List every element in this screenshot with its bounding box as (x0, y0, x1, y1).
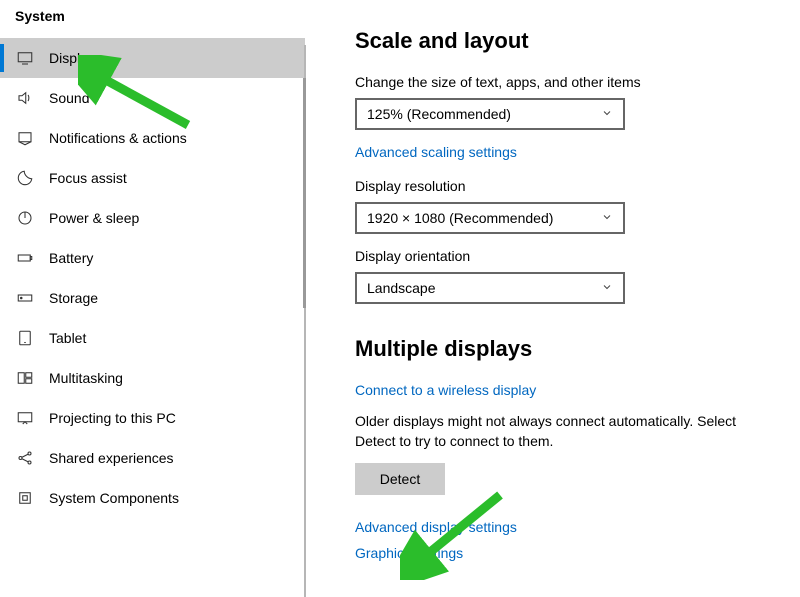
tablet-icon (15, 328, 35, 348)
multiple-displays-heading: Multiple displays (355, 336, 770, 362)
sidebar-item-label: Notifications & actions (49, 130, 187, 146)
resolution-dropdown[interactable]: 1920 × 1080 (Recommended) (355, 202, 625, 234)
orientation-dropdown-value: Landscape (367, 280, 436, 296)
display-icon (15, 48, 35, 68)
scale-dropdown-value: 125% (Recommended) (367, 106, 511, 122)
sidebar-item-focus-assist[interactable]: Focus assist (0, 158, 305, 198)
sidebar-item-label: Shared experiences (49, 450, 174, 466)
sidebar-item-sound[interactable]: Sound (0, 78, 305, 118)
multitasking-icon (15, 368, 35, 388)
chevron-down-icon (601, 106, 613, 122)
sidebar-item-label: Tablet (49, 330, 86, 346)
resolution-dropdown-value: 1920 × 1080 (Recommended) (367, 210, 553, 226)
shared-exp-icon (15, 448, 35, 468)
sound-icon (15, 88, 35, 108)
sidebar-item-display[interactable]: Display (0, 38, 305, 78)
sidebar-item-label: Focus assist (49, 170, 127, 186)
chevron-down-icon (601, 210, 613, 226)
sidebar-item-power-sleep[interactable]: Power & sleep (0, 198, 305, 238)
notifications-icon (15, 128, 35, 148)
sidebar-scrollbar-thumb[interactable] (303, 78, 306, 308)
advanced-scaling-link[interactable]: Advanced scaling settings (355, 144, 517, 160)
sidebar-item-label: Power & sleep (49, 210, 139, 226)
focus-assist-icon (15, 168, 35, 188)
storage-icon (15, 288, 35, 308)
sidebar-item-notifications[interactable]: Notifications & actions (0, 118, 305, 158)
sidebar-item-projecting[interactable]: Projecting to this PC (0, 398, 305, 438)
scale-dropdown[interactable]: 125% (Recommended) (355, 98, 625, 130)
sidebar-item-label: Battery (49, 250, 93, 266)
connect-wireless-link[interactable]: Connect to a wireless display (355, 382, 536, 398)
sidebar-item-battery[interactable]: Battery (0, 238, 305, 278)
scale-layout-heading: Scale and layout (355, 28, 770, 54)
sidebar-item-tablet[interactable]: Tablet (0, 318, 305, 358)
sidebar-item-label: Display (49, 50, 95, 66)
chevron-down-icon (601, 280, 613, 296)
sidebar-title: System (0, 0, 305, 38)
battery-icon (15, 248, 35, 268)
system-comp-icon (15, 488, 35, 508)
sidebar: System Display Sound Notifications & act… (0, 0, 305, 597)
sidebar-item-shared-experiences[interactable]: Shared experiences (0, 438, 305, 478)
orientation-dropdown[interactable]: Landscape (355, 272, 625, 304)
advanced-display-link[interactable]: Advanced display settings (355, 519, 517, 535)
detect-button[interactable]: Detect (355, 463, 445, 495)
projecting-icon (15, 408, 35, 428)
sidebar-item-label: Multitasking (49, 370, 123, 386)
main-content: Scale and layout Change the size of text… (305, 0, 800, 597)
sidebar-item-label: System Components (49, 490, 179, 506)
sidebar-item-multitasking[interactable]: Multitasking (0, 358, 305, 398)
sidebar-item-storage[interactable]: Storage (0, 278, 305, 318)
sidebar-item-label: Storage (49, 290, 98, 306)
sidebar-item-label: Sound (49, 90, 89, 106)
orientation-label: Display orientation (355, 248, 770, 264)
power-sleep-icon (15, 208, 35, 228)
sidebar-item-system-components[interactable]: System Components (0, 478, 305, 518)
scale-label: Change the size of text, apps, and other… (355, 74, 770, 90)
sidebar-scrollbar-track (304, 45, 306, 597)
graphics-settings-link[interactable]: Graphics settings (355, 545, 463, 561)
older-displays-text: Older displays might not always connect … (355, 412, 755, 451)
sidebar-item-label: Projecting to this PC (49, 410, 176, 426)
resolution-label: Display resolution (355, 178, 770, 194)
